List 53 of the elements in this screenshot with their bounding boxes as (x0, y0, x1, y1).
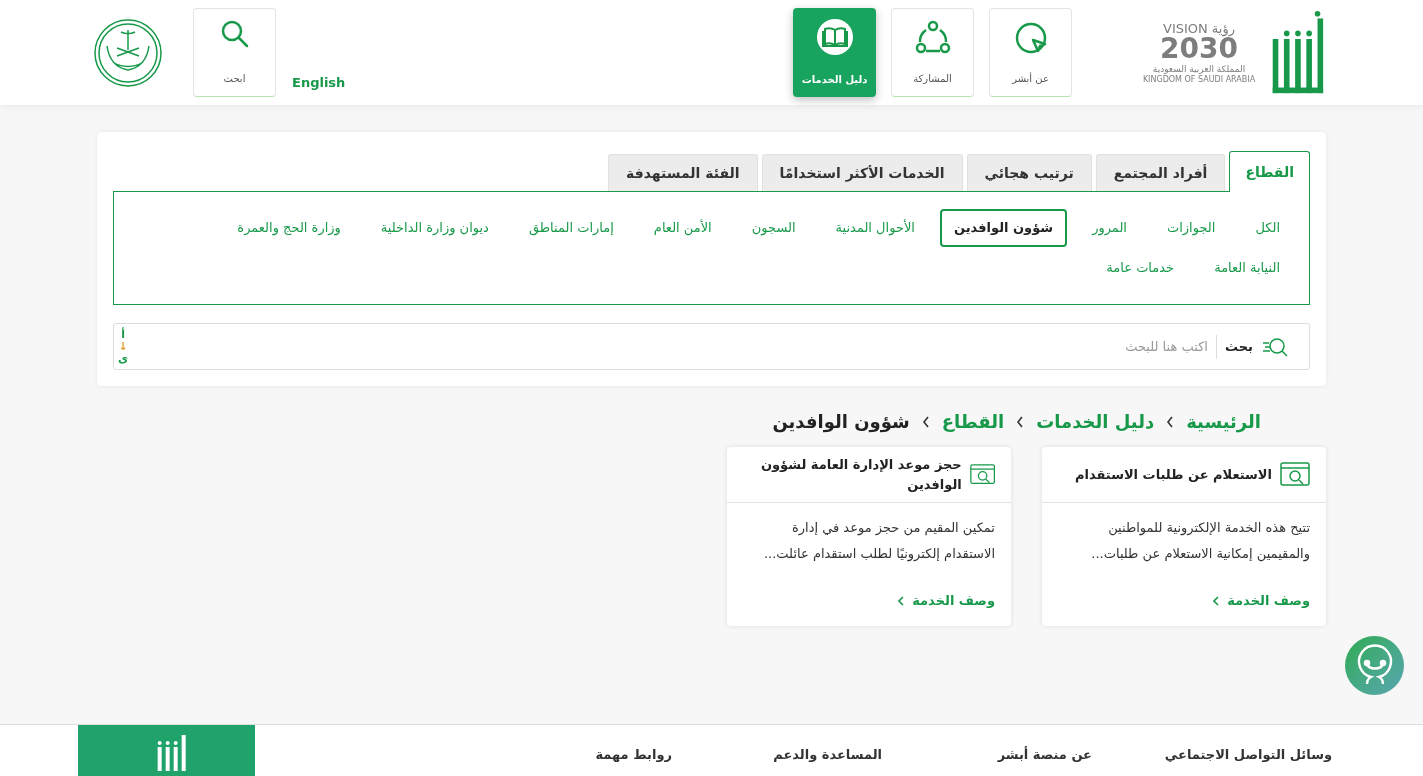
vision-logo-text: VISION (1163, 21, 1208, 35)
service-title: حجز موعد الإدارة العامة لشؤون الوافدين (759, 455, 962, 494)
book-icon (815, 18, 854, 56)
sector-chip[interactable]: وزارة الحج والعمرة (222, 209, 356, 247)
breadcrumb-link[interactable]: دليل الخدمات (1036, 408, 1155, 435)
language-link[interactable]: English (292, 72, 346, 93)
sector-chip[interactable]: الأحوال المدنية (820, 209, 930, 247)
sector-chip[interactable]: إمارات المناطق (513, 209, 629, 247)
search-document-icon (1280, 461, 1310, 488)
vision-logo-text: المملكة العربية السعودية (1152, 64, 1246, 74)
sector-chip[interactable]: شؤون الوافدين (939, 209, 1068, 247)
service-details-link[interactable]: وصف الخدمة (898, 591, 995, 611)
footer-heading: روابط مهمة (594, 746, 672, 764)
sector-chip[interactable]: الأمن العام (638, 209, 727, 247)
nav-tab[interactable]: المشاركة (891, 8, 974, 97)
service-description: تمكين المقيم من حجز موعد في إدارة الاستقدام إلكترونيًا لطلب استقدام عائلت... (762, 519, 996, 564)
filter-tab[interactable]: الخدمات الأكثر استخدامًا (761, 154, 963, 191)
filter-tab[interactable]: القطاع (1229, 151, 1310, 192)
search-field[interactable]: بحث اكتب هنا للبحث أ ↓ ى (113, 323, 1310, 370)
chevron-icon (898, 595, 905, 606)
filter-tab[interactable]: ترتيب هجائي (966, 154, 1092, 191)
footer-heading: وسائل التواصل الاجتماعي (1163, 746, 1332, 764)
sector-chip[interactable]: الجوازات (1151, 209, 1231, 247)
sort-alphabet-button[interactable]: أ ↓ ى (118, 328, 129, 365)
nav-tab[interactable]: عن أبشر (989, 8, 1072, 97)
chevron-icon (1016, 415, 1025, 428)
footer-heading: المساعدة والدعم (772, 746, 882, 764)
sector-chip[interactable]: الكل (1240, 209, 1295, 247)
search-icon (219, 19, 250, 49)
chevron-icon (1166, 415, 1175, 428)
vision-logo-text: رؤية (1211, 21, 1235, 35)
search-button[interactable]: ابحث (193, 8, 276, 97)
nav-tab[interactable]: دليل الخدمات (793, 8, 876, 97)
emblem-drawing (93, 17, 163, 88)
breadcrumb-link[interactable]: الرئيسية (1186, 408, 1261, 435)
search-icon (1261, 335, 1289, 358)
vision-logo-text: KINGDOM OF SAUDI ARABIA (1142, 75, 1256, 84)
sector-chip[interactable]: النيابة العامة (1199, 249, 1295, 287)
sector-chip[interactable]: السجون (736, 209, 811, 247)
chevron-icon (1213, 595, 1220, 606)
sector-chip[interactable]: المرور (1077, 209, 1142, 247)
breadcrumb-link[interactable]: القطاع (941, 408, 1005, 435)
service-description: تتيح هذه الخدمة الإلكترونية للمواطنين والمقيمين إمكانية الاستعلام عن طلبات... (1090, 519, 1311, 564)
service-title: الاستعلام عن طلبات الاستقدام (1075, 465, 1272, 485)
service-details-link[interactable]: وصف الخدمة (1213, 591, 1310, 611)
filter-tab[interactable]: الفئة المستهدفة (608, 154, 758, 191)
sector-chip[interactable]: خدمات عامة (1091, 249, 1190, 287)
search-label: بحث (1225, 337, 1253, 356)
chevron-icon (921, 415, 930, 428)
breadcrumb-current: شؤون الوافدين (772, 410, 910, 435)
footer-heading: عن منصة أبشر (996, 745, 1092, 764)
filter-tab[interactable]: أفراد المجتمع (1095, 154, 1226, 191)
sector-chip[interactable]: ديوان وزارة الداخلية (365, 209, 504, 247)
